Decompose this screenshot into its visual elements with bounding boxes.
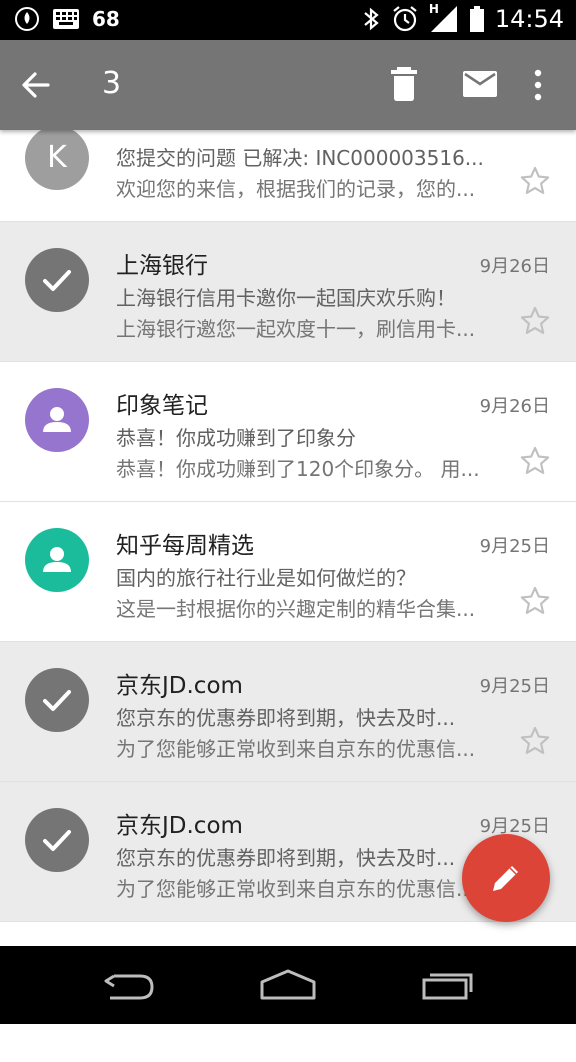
email-subject: 国内的旅行社行业是如何做烂的？ bbox=[116, 566, 416, 590]
delete-icon[interactable] bbox=[388, 66, 420, 102]
person-icon bbox=[43, 407, 71, 432]
email-sender: 京东JD.com bbox=[116, 813, 243, 839]
check-icon bbox=[43, 690, 71, 711]
navigation-bar bbox=[0, 946, 576, 1024]
home-icon[interactable] bbox=[258, 968, 318, 1002]
more-vert-icon[interactable] bbox=[528, 67, 548, 103]
avatar[interactable] bbox=[25, 668, 89, 732]
avatar[interactable] bbox=[25, 248, 89, 312]
email-date: 9月26日 bbox=[479, 256, 550, 277]
status-bar: 68 H 14:54 bbox=[0, 0, 576, 40]
avatar[interactable] bbox=[25, 808, 89, 872]
notification-count: 68 bbox=[92, 7, 120, 31]
selected-count: 3 bbox=[102, 66, 122, 101]
back-arrow-icon[interactable] bbox=[18, 67, 54, 103]
avatar[interactable] bbox=[25, 528, 89, 592]
email-row[interactable]: 京东JD.com 9月25日 您京东的优惠券即将到期，快去及时... 为了您能够… bbox=[0, 642, 576, 782]
email-sender: 印象笔记 bbox=[116, 393, 208, 419]
email-snippet: 欢迎您的来信，根据我们的记录，您的... bbox=[116, 177, 476, 201]
email-snippet: 上海银行邀您一起欢度十一，刷信用卡... bbox=[116, 317, 476, 341]
person-icon bbox=[43, 547, 71, 572]
avatar-letter: K bbox=[47, 140, 67, 175]
star-icon[interactable] bbox=[518, 444, 552, 478]
email-sender: 京东JD.com bbox=[116, 673, 243, 699]
avatar[interactable] bbox=[25, 388, 89, 452]
pencil-icon bbox=[493, 866, 518, 891]
email-date: 9月26日 bbox=[479, 396, 550, 417]
email-subject: 恭喜！你成功赚到了印象分 bbox=[116, 426, 356, 450]
check-icon bbox=[43, 830, 71, 851]
recents-icon[interactable] bbox=[420, 968, 478, 1002]
email-subject: 您提交的问题 已解决: INC000003516... bbox=[116, 146, 484, 170]
data-saver-icon bbox=[15, 7, 39, 31]
email-snippet: 为了您能够正常收到来自京东的优惠信... bbox=[116, 877, 476, 901]
email-snippet: 恭喜！你成功赚到了120个印象分。 用... bbox=[116, 457, 480, 481]
star-icon[interactable] bbox=[518, 724, 552, 758]
email-snippet: 为了您能够正常收到来自京东的优惠信... bbox=[116, 737, 476, 761]
back-icon[interactable] bbox=[100, 968, 156, 1002]
email-subject: 您京东的优惠券即将到期，快去及时... bbox=[116, 846, 456, 870]
contextual-action-bar: 3 bbox=[0, 40, 576, 130]
email-date: 9月25日 bbox=[479, 536, 550, 557]
star-icon[interactable] bbox=[518, 584, 552, 618]
star-icon[interactable] bbox=[518, 304, 552, 338]
alarm-icon bbox=[393, 6, 417, 32]
email-row[interactable]: 知乎每周精选 9月25日 国内的旅行社行业是如何做烂的？ 这是一封根据你的兴趣定… bbox=[0, 502, 576, 642]
battery-icon bbox=[469, 6, 484, 32]
email-row[interactable]: 上海银行 9月26日 上海银行信用卡邀你一起国庆欢乐购！ 上海银行邀您一起欢度十… bbox=[0, 222, 576, 362]
clock: 14:54 bbox=[494, 5, 564, 33]
email-snippet: 这是一封根据你的兴趣定制的精华合集... bbox=[116, 597, 476, 621]
signal-icon: H bbox=[429, 2, 459, 34]
star-icon[interactable] bbox=[518, 164, 552, 198]
email-row[interactable]: 印象笔记 9月26日 恭喜！你成功赚到了印象分 恭喜！你成功赚到了120个印象分… bbox=[0, 362, 576, 502]
compose-button[interactable] bbox=[462, 834, 550, 922]
email-subject: 您京东的优惠券即将到期，快去及时... bbox=[116, 706, 456, 730]
mark-unread-icon[interactable] bbox=[462, 70, 498, 98]
avatar[interactable]: K bbox=[25, 126, 89, 190]
bluetooth-icon bbox=[364, 7, 379, 31]
check-icon bbox=[43, 270, 71, 291]
email-sender: 知乎每周精选 bbox=[116, 533, 254, 559]
email-sender: 上海银行 bbox=[116, 253, 208, 279]
email-subject: 上海银行信用卡邀你一起国庆欢乐购！ bbox=[116, 286, 456, 310]
email-date: 9月25日 bbox=[479, 676, 550, 697]
keyboard-icon bbox=[53, 9, 79, 29]
